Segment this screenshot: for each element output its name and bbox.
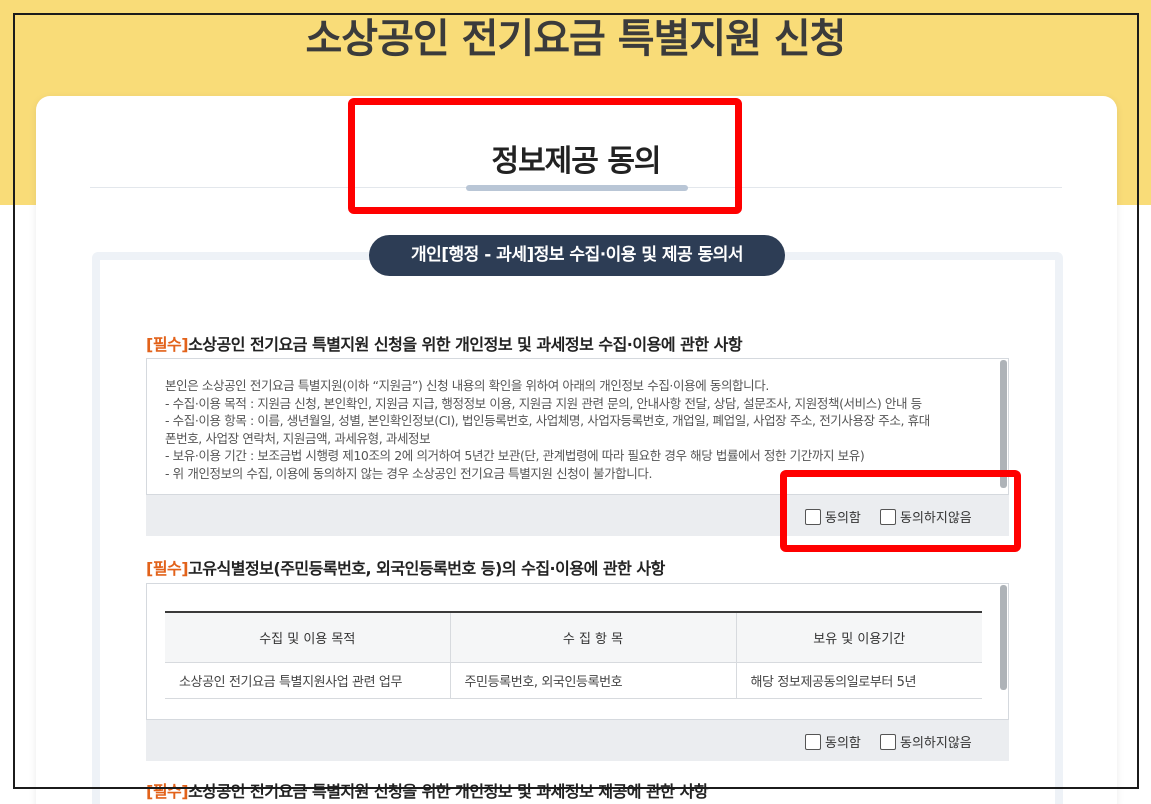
agreement-text-box[interactable]: 본인은 소상공인 전기요금 특별지원(이하 “지원금”) 신청 내용의 확인을 … [146, 358, 1009, 495]
agree-checkbox[interactable] [805, 733, 821, 750]
agreement-item-heading: [필수]소상공인 전기요금 특별지원 신청을 위한 개인정보 및 과세정보 제공… [146, 778, 709, 802]
agreement-text-line: - 보유·이용 기간 : 보조금법 시행령 제10조의 2에 의거하여 5년간 … [165, 448, 865, 463]
scrollbar-thumb[interactable] [1000, 360, 1007, 488]
required-tag: [필수] [146, 782, 189, 801]
disagree-checkbox[interactable] [880, 733, 896, 750]
table-row: 소상공인 전기요금 특별지원사업 관련 업무 주민등록번호, 외국인등록번호 해… [165, 662, 982, 699]
collection-table: 수집 및 이용 목적 수 집 항 목 보유 및 이용기간 소상공인 전기요금 특… [165, 611, 982, 699]
required-tag: [필수] [146, 335, 189, 354]
agreement-text-line: - 수집·이용 항목 : 이름, 생년월일, 성별, 본인확인정보(CI), 법… [165, 413, 930, 428]
scrollbar-thumb[interactable] [1000, 585, 1007, 690]
agree-label[interactable]: 동의함 [825, 732, 861, 751]
disagree-option[interactable]: 동의하지않음 [880, 732, 972, 751]
table-cell: 해당 정보제공동의일로부터 5년 [736, 662, 982, 699]
agreement-text-line: - 위 개인정보의 수집, 이용에 동의하지 않는 경우 소상공인 전기요금 특… [165, 465, 653, 481]
agreement-text-line: - 수집·이용 목적 : 지원금 신청, 본인확인, 지원금 지급, 행정정보 … [165, 395, 922, 411]
agreement-item-heading: [필수]고유식별정보(주민등록번호, 외국인등록번호 등)의 수집·이용에 관한… [146, 555, 665, 579]
agreement-item-heading: [필수]소상공인 전기요금 특별지원 신청을 위한 개인정보 및 과세정보 수집… [146, 331, 743, 355]
disagree-label[interactable]: 동의하지않음 [900, 507, 972, 526]
heading-text: 소상공인 전기요금 특별지원 신청을 위한 개인정보 및 과세정보 수집·이용에… [188, 335, 743, 354]
agreement-text-line: 본인은 소상공인 전기요금 특별지원(이하 “지원금”) 신청 내용의 확인을 … [165, 378, 769, 393]
disagree-option[interactable]: 동의하지않음 [880, 507, 972, 526]
table-cell: 소상공인 전기요금 특별지원사업 관련 업무 [165, 662, 451, 699]
title-underline [466, 185, 688, 191]
heading-text: 소상공인 전기요금 특별지원 신청을 위한 개인정보 및 과세정보 제공에 관한… [188, 782, 709, 801]
heading-text: 고유식별정보(주민등록번호, 외국인등록번호 등)의 수집·이용에 관한 사항 [188, 559, 665, 578]
agreement-text-line: 폰번호, 사업장 연락처, 지원금액, 과세유형, 과세정보 [165, 430, 431, 446]
unique-id-table-box[interactable]: 수집 및 이용 목적 수 집 항 목 보유 및 이용기간 소상공인 전기요금 특… [146, 583, 1009, 720]
agree-checkbox[interactable] [805, 508, 821, 525]
disagree-label[interactable]: 동의하지않음 [900, 732, 972, 751]
agree-option[interactable]: 동의함 [805, 507, 861, 526]
table-header: 수집 및 이용 목적 [165, 611, 451, 663]
page-title: 소상공인 전기요금 특별지원 신청 [305, 16, 847, 62]
table-header: 보유 및 이용기간 [736, 611, 982, 663]
agree-option[interactable]: 동의함 [805, 732, 861, 751]
disagree-checkbox[interactable] [880, 508, 896, 525]
section-title: 정보제공 동의 [491, 144, 661, 179]
required-tag: [필수] [146, 559, 189, 578]
agreement-title-pill: 개인[행정 - 과세]정보 수집·이용 및 제공 동의서 [369, 235, 785, 276]
table-header: 수 집 항 목 [450, 611, 737, 663]
agree-label[interactable]: 동의함 [825, 507, 861, 526]
table-cell: 주민등록번호, 외국인등록번호 [450, 662, 737, 699]
